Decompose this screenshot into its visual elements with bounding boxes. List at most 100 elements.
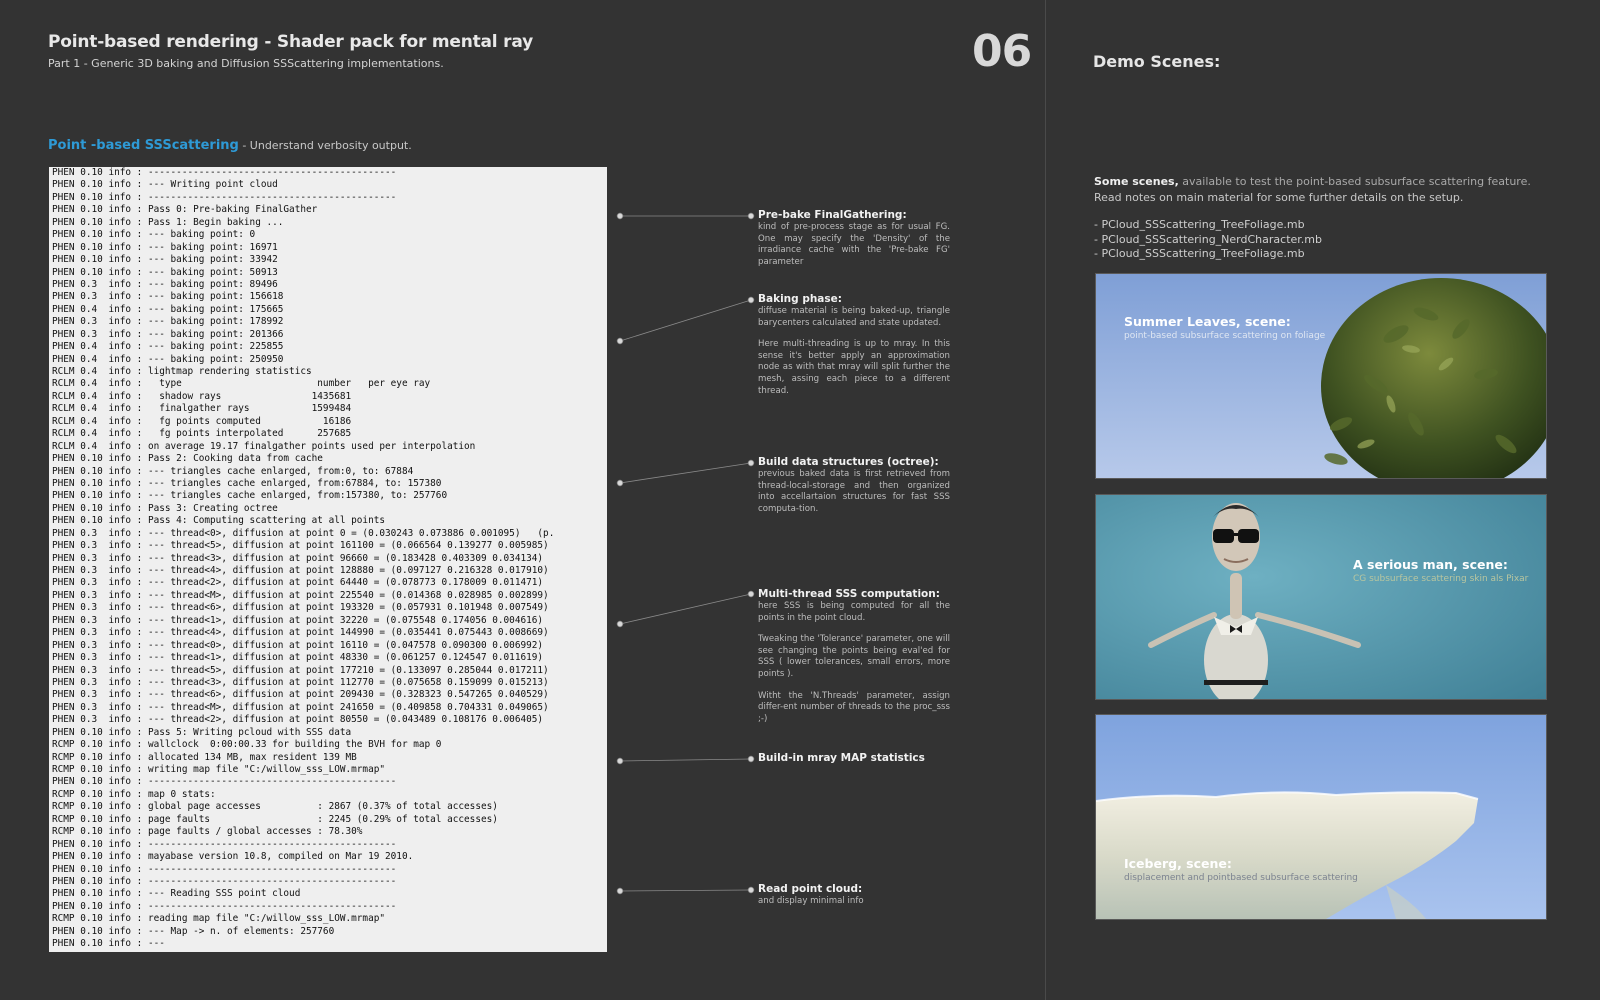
nerd-character-image [1096,495,1546,699]
log-line: RCLM 0.4 info : lightmap rendering stati… [52,366,312,377]
connector-dot-prebake [616,212,624,220]
section-heading-accent: Point -based SSScattering [48,138,239,153]
verbosity-log: PHEN 0.10 info : -----------------------… [49,167,607,952]
log-line: PHEN 0.3 info : --- thread<2>, diffusion… [52,577,544,589]
log-line: PHEN 0.10 info : --- Writing point cloud [52,179,278,191]
note-title: Multi-thread SSS computation: [758,588,940,600]
log-line: RCLM 0.4 info : fg points interpolated 2… [52,428,352,440]
scene-subtitle: point-based subsurface scattering on fol… [1124,331,1326,341]
log-line: RCLM 0.4 info : shadow rays 1435681 [52,390,352,402]
log-line: PHEN 0.3 info : --- thread<1>, diffusion… [52,614,544,626]
note-octree: Build data structures (octree): previous… [758,456,950,515]
log-line: PHEN 0.3 info : --- thread<5>, diffusion… [52,664,549,676]
connector-line-multithread [619,593,752,625]
connector-line-readcloud [619,889,752,892]
log-line: RCMP 0.10 info : reading map file "C:/wi… [52,913,386,925]
connector-dot-readcloud [616,887,624,895]
connector-line-baking [619,299,752,342]
log-line: PHEN 0.10 info : -----------------------… [52,776,397,788]
log-line: PHEN 0.10 info : --- Reading SSS point c… [52,888,301,900]
page-number: 06 [972,26,1032,77]
log-line: PHEN 0.10 info : -----------------------… [52,167,397,178]
log-line: PHEN 0.3 info : --- thread<2>, diffusion… [52,714,544,726]
note-text: Tweaking the 'Tolerance' parameter, one … [758,634,950,679]
log-line: PHEN 0.10 info : --- baking point: 33942 [52,254,278,266]
scene-subtitle: displacement and pointbased subsurface s… [1124,873,1358,883]
scene-panel-summer-leaves: Summer Leaves, scene: point-based subsur… [1095,273,1547,479]
log-line: PHEN 0.4 info : --- baking point: 250950 [52,353,284,365]
scene-panel-iceberg: Iceberg, scene: displacement and pointba… [1095,714,1547,920]
note-text: kind of pre-process stage as for usual F… [758,222,950,267]
log-line: PHEN 0.3 info : --- baking point: 89496 [52,278,278,290]
log-line: PHEN 0.4 info : --- baking point: 175665 [52,303,284,315]
log-line: PHEN 0.3 info : --- thread<6>, diffusion… [52,689,549,701]
log-line: PHEN 0.3 info : --- thread<3>, diffusion… [52,676,549,688]
connector-line-mapstats [619,758,752,762]
log-line: RCMP 0.10 info : wallclock 0:00:00.33 fo… [52,739,442,751]
log-line: PHEN 0.10 info : Pass 1: Begin baking ..… [52,216,284,228]
log-line: PHEN 0.3 info : --- thread<6>, diffusion… [52,602,549,614]
log-line: PHEN 0.3 info : --- thread<0>, diffusion… [52,639,544,651]
log-line: PHEN 0.10 info : Pass 5: Writing pcloud … [52,726,352,738]
section-heading: Point -based SSScattering - Understand v… [48,138,412,153]
log-line: PHEN 0.10 info : --- triangles cache enl… [52,465,414,477]
log-line: PHEN 0.3 info : --- baking point: 156618 [52,291,284,303]
connector-dot-multithread [616,620,624,628]
note-multithread: Multi-thread SSS computation: here SSS i… [758,588,950,725]
connector-dot-mapstats [616,757,624,765]
intro-highlight: available to test the point-based subsur… [1178,175,1531,188]
note-text: and display minimal info [758,896,864,906]
log-line: PHEN 0.3 info : --- thread<0>, diffusion… [52,527,555,539]
document-title: Point-based rendering - Shader pack for … [48,32,533,52]
log-line: PHEN 0.3 info : --- baking point: 201366 [52,328,284,340]
connector-dot-octree [616,479,624,487]
scene-panel-serious-man: A serious man, scene: CG subsurface scat… [1095,494,1547,700]
note-title: Pre-bake FinalGathering: [758,209,907,221]
note-title: Build-in mray MAP statistics [758,752,925,764]
note-baking: Baking phase: diffuse material is being … [758,293,950,397]
tree-foliage-image [1096,274,1546,478]
log-line: PHEN 0.10 info : -----------------------… [52,838,397,850]
note-title: Baking phase: [758,293,842,305]
page-divider [1045,0,1046,1000]
log-line: PHEN 0.10 info : -----------------------… [52,863,397,875]
log-line: PHEN 0.10 info : -----------------------… [52,191,397,203]
iceberg-image [1096,715,1546,919]
log-line: RCLM 0.4 info : on average 19.17 finalga… [52,440,476,452]
log-line: RCMP 0.10 info : global page accesses : … [52,801,498,813]
log-line: PHEN 0.10 info : Pass 3: Creating octree [52,502,278,514]
log-line: PHEN 0.3 info : --- thread<5>, diffusion… [52,540,549,552]
scene-title: Summer Leaves, scene: [1124,314,1291,329]
log-line: PHEN 0.10 info : -----------------------… [52,875,397,887]
log-line: RCMP 0.10 info : allocated 134 MB, max r… [52,751,357,763]
log-line: PHEN 0.10 info : --- baking point: 50913 [52,266,278,278]
log-line: PHEN 0.10 info : --- Map -> n. of elemen… [52,925,335,937]
log-line: PHEN 0.10 info : --- triangles cache enl… [52,477,442,489]
log-line: PHEN 0.10 info : --- [52,938,165,950]
log-line: PHEN 0.3 info : --- thread<1>, diffusion… [52,652,544,664]
log-line: PHEN 0.3 info : --- baking point: 178992 [52,316,284,328]
intro-line2: Read notes on main material for some fur… [1094,191,1464,204]
section-heading-caption: - Understand verbosity output. [238,139,412,152]
log-line: PHEN 0.3 info : --- thread<M>, diffusion… [52,701,549,713]
file-item: - PCloud_SSScattering_TreeFoliage.mb [1094,218,1305,231]
file-item: - PCloud_SSScattering_NerdCharacter.mb [1094,232,1322,246]
log-line: PHEN 0.3 info : --- thread<3>, diffusion… [52,552,544,564]
note-prebake: Pre-bake FinalGathering: kind of pre-pro… [758,209,950,268]
demo-scenes-title: Demo Scenes: [1093,52,1221,71]
note-readcloud: Read point cloud: and display minimal in… [758,883,950,908]
log-line: PHEN 0.10 info : mayabase version 10.8, … [52,851,414,863]
log-line: RCMP 0.10 info : map 0 stats: [52,788,216,800]
log-line: PHEN 0.10 info : Pass 2: Cooking data fr… [52,453,323,465]
log-line: PHEN 0.3 info : --- thread<4>, diffusion… [52,565,549,576]
note-text: Witht the 'N.Threads' parameter, assign … [758,690,950,724]
log-line: PHEN 0.3 info : --- thread<4>, diffusion… [52,627,549,639]
file-item: - PCloud_SSScattering_TreeFoliage.mb [1094,247,1305,261]
log-line: RCMP 0.10 info : page faults / global ac… [52,826,363,838]
note-text: Here multi-threading is up to mray. In t… [758,339,950,396]
note-title: Read point cloud: [758,883,863,895]
scene-title: Iceberg, scene: [1124,856,1232,871]
log-line: PHEN 0.10 info : --- baking point: 16971 [52,241,278,253]
scene-subtitle: CG subsurface scattering skin als Pixar [1353,574,1529,584]
log-line: PHEN 0.10 info : Pass 0: Pre-baking Fina… [52,204,318,216]
